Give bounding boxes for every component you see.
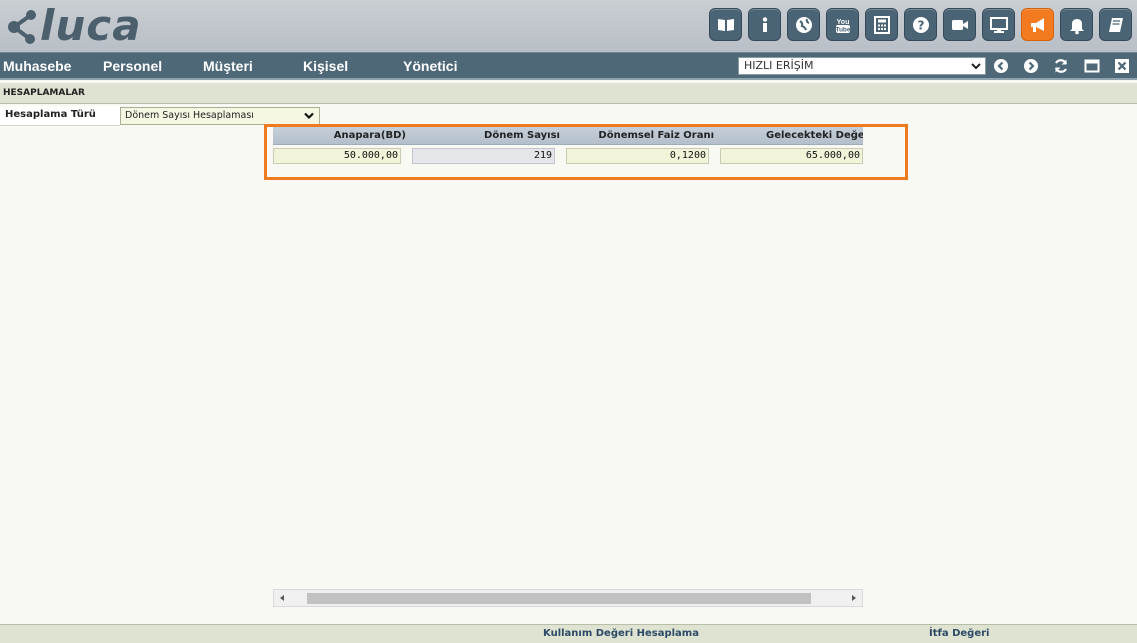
logo-text: luca (40, 1, 142, 50)
column-header-interest-rate: Dönemsel Faiz Oranı (598, 130, 714, 141)
main-menu-bar: Muhasebe Personel Müşteri Kişisel Yöneti… (0, 52, 1137, 80)
usage-value-calc-link[interactable]: Kullanım Değeri Hesaplama (543, 628, 699, 639)
chevron-down-icon (304, 112, 314, 120)
toolbar-icons: You Tube ? (709, 8, 1132, 41)
menu-yonetici[interactable]: Yönetici (403, 53, 457, 79)
bell-icon[interactable] (1060, 8, 1093, 41)
column-header-principal: Anapara(BD) (333, 130, 406, 141)
top-header: luca You Tube ? (0, 0, 1137, 52)
scrollbar-thumb[interactable] (307, 593, 811, 604)
video-camera-icon[interactable] (943, 8, 976, 41)
calculation-type-select[interactable]: Dönem Sayısı Hesaplaması (120, 107, 320, 125)
scroll-left-icon[interactable] (278, 594, 286, 602)
globe-icon[interactable] (787, 8, 820, 41)
menu-personel[interactable]: Personel (103, 53, 162, 79)
scroll-right-icon[interactable] (850, 594, 858, 602)
quick-access-label: HIZLI ERİŞİM (744, 59, 814, 72)
menu-kisisel[interactable]: Kişisel (303, 53, 348, 79)
refresh-icon[interactable] (1053, 58, 1069, 74)
horizontal-scrollbar[interactable] (273, 589, 863, 607)
info-icon[interactable] (748, 8, 781, 41)
monitor-icon[interactable] (982, 8, 1015, 41)
notebook-icon[interactable] (1099, 8, 1132, 41)
calculation-type-label: Hesaplama Türü (0, 106, 120, 126)
close-icon[interactable] (1114, 58, 1130, 74)
footer-bar: Kullanım Değeri Hesaplama İtfa Değeri (0, 624, 1137, 643)
book-open-icon[interactable] (709, 8, 742, 41)
svg-text:?: ? (917, 18, 924, 32)
svg-text:You: You (836, 19, 849, 26)
back-icon[interactable] (993, 58, 1009, 74)
grid-header: Anapara(BD) Dönem Sayısı Dönemsel Faiz O… (273, 127, 863, 145)
luca-logo[interactable]: luca (4, 3, 142, 49)
megaphone-icon[interactable] (1021, 8, 1054, 41)
quick-access-select[interactable]: HIZLI ERİŞİM (738, 57, 986, 75)
future-value-input[interactable]: 65.000,00 (720, 148, 863, 164)
calculator-icon[interactable] (865, 8, 898, 41)
principal-input[interactable]: 50.000,00 (273, 148, 401, 164)
period-count-output: 219 (412, 148, 555, 164)
logo-mark-icon (8, 10, 36, 44)
column-header-period-count: Dönem Sayısı (484, 130, 560, 141)
forward-icon[interactable] (1023, 58, 1039, 74)
section-title: HESAPLAMALAR (0, 83, 1137, 104)
maximize-icon[interactable] (1084, 58, 1100, 74)
amortization-value-link[interactable]: İtfa Değeri (929, 628, 989, 639)
menu-muhasebe[interactable]: Muhasebe (3, 53, 71, 79)
menu-musteri[interactable]: Müşteri (203, 53, 253, 79)
svg-text:Tube: Tube (835, 26, 850, 33)
youtube-icon[interactable]: You Tube (826, 8, 859, 41)
help-icon[interactable]: ? (904, 8, 937, 41)
chevron-down-icon (971, 63, 981, 70)
column-header-future-value: Gelecekteki Değer (766, 130, 863, 141)
interest-rate-input[interactable]: 0,1200 (566, 148, 709, 164)
calculation-type-value: Dönem Sayısı Hesaplaması (125, 110, 254, 121)
